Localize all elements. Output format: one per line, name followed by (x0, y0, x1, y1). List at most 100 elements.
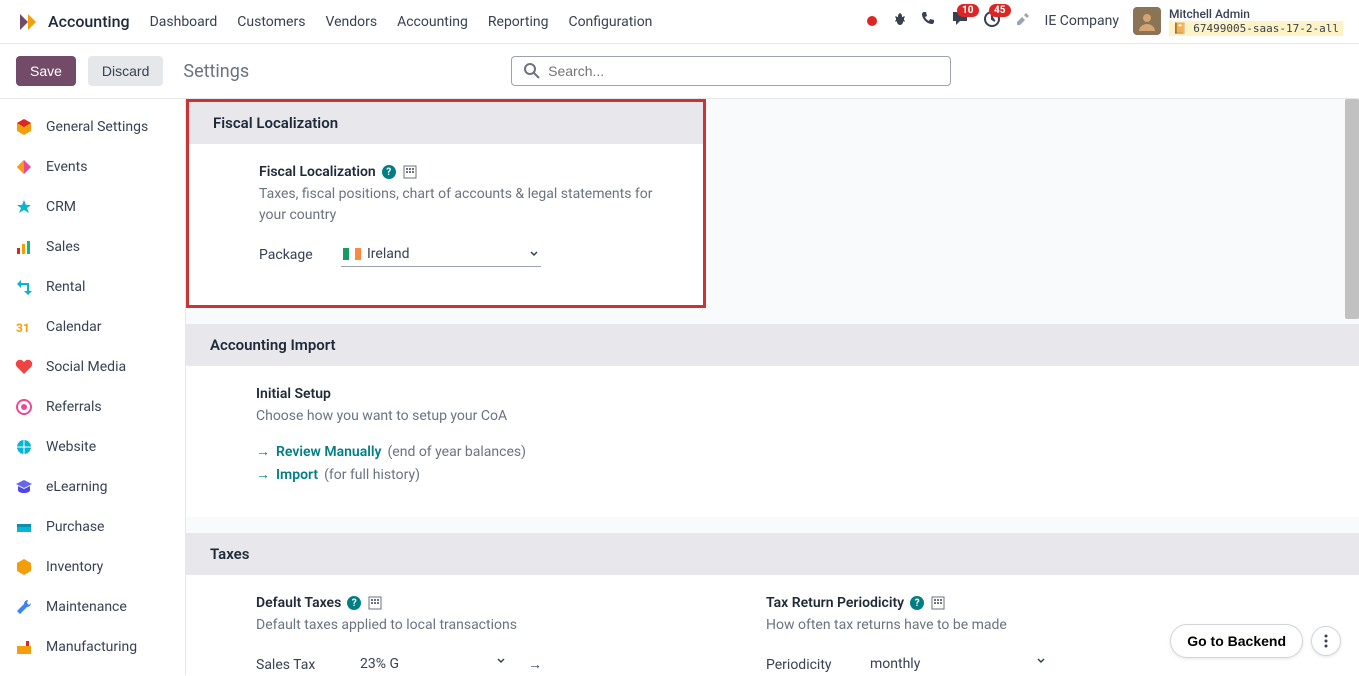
sidebar-rental[interactable]: Rental (0, 267, 185, 307)
building-icon[interactable] (930, 595, 946, 611)
section-header-taxes: Taxes (186, 533, 1359, 575)
periodicity-desc: How often tax returns have to be made (766, 615, 1216, 636)
package-label: Package (259, 247, 329, 263)
arrow-right-icon: → (256, 443, 270, 460)
sidebar-general-settings[interactable]: General Settings (0, 107, 185, 147)
navbar-right: 10 45 IE Company Mitchell Admin 📔 674990… (867, 7, 1343, 37)
control-panel: Save Discard Settings (0, 44, 1359, 99)
purchase-icon (14, 517, 34, 537)
search-icon (524, 63, 540, 79)
sidebar-social-media[interactable]: Social Media (0, 347, 185, 387)
messages-badge: 10 (957, 4, 978, 17)
import-title: Initial Setup (256, 386, 331, 402)
calendar-icon: 31 (14, 317, 34, 337)
sidebar-events[interactable]: Events (0, 147, 185, 187)
sales-icon (14, 237, 34, 257)
cube-icon (14, 117, 34, 137)
inventory-icon (14, 557, 34, 577)
user-info: Mitchell Admin 📔 67499005-saas-17-2-all (1169, 7, 1343, 37)
manufacturing-icon (14, 637, 34, 657)
sidebar-crm[interactable]: CRM (0, 187, 185, 227)
default-taxes-title: Default Taxes (256, 595, 341, 611)
sidebar-purchase[interactable]: Purchase (0, 507, 185, 547)
user-menu[interactable]: Mitchell Admin 📔 67499005-saas-17-2-all (1133, 7, 1343, 37)
messages-icon[interactable]: 10 (951, 10, 969, 32)
crm-icon (14, 197, 34, 217)
events-icon (14, 157, 34, 177)
graduation-icon (14, 477, 34, 497)
discard-button[interactable]: Discard (88, 56, 163, 86)
fiscal-desc: Taxes, fiscal positions, chart of accoun… (259, 184, 679, 226)
phone-icon[interactable] (921, 11, 937, 31)
sidebar-website[interactable]: Website (0, 427, 185, 467)
search-input[interactable] (548, 63, 938, 79)
nav-customers[interactable]: Customers (237, 14, 305, 30)
setting-initial-setup: Initial Setup Choose how you want to set… (256, 386, 526, 489)
section-header-import: Accounting Import (186, 324, 1359, 366)
heart-icon (14, 357, 34, 377)
review-manually-link[interactable]: Review Manually (276, 444, 382, 460)
nav-configuration[interactable]: Configuration (568, 14, 652, 30)
nav-dashboard[interactable]: Dashboard (150, 14, 218, 30)
breadcrumb: Settings (183, 61, 249, 82)
activities-badge: 45 (989, 4, 1010, 17)
nav-accounting[interactable]: Accounting (397, 14, 468, 30)
globe-icon (14, 437, 34, 457)
help-icon[interactable]: ? (347, 596, 361, 610)
setting-default-taxes: Default Taxes ? Default taxes applied to… (256, 595, 706, 675)
sidebar-maintenance[interactable]: Maintenance (0, 587, 185, 627)
sidebar-sales[interactable]: Sales (0, 227, 185, 267)
default-taxes-desc: Default taxes applied to local transacti… (256, 615, 706, 636)
fiscal-title: Fiscal Localization (259, 164, 376, 180)
section-header-fiscal: Fiscal Localization (189, 102, 703, 144)
main: General Settings Events CRM Sales Rental… (0, 99, 1359, 675)
settings-content: Fiscal Localization Fiscal Localization … (186, 99, 1359, 675)
sales-tax-label: Sales Tax (256, 657, 346, 673)
nav-vendors[interactable]: Vendors (325, 14, 377, 30)
bug-icon[interactable] (891, 11, 907, 31)
go-to-backend-button[interactable]: Go to Backend (1170, 624, 1303, 658)
import-link[interactable]: Import (276, 467, 318, 483)
logo-icon (16, 10, 40, 34)
import-suffix: (for full history) (324, 467, 420, 483)
sidebar-manufacturing[interactable]: Manufacturing (0, 627, 185, 667)
arrow-right-icon: → (256, 466, 270, 483)
periodicity-label: Periodicity (766, 657, 856, 673)
sidebar-inventory[interactable]: Inventory (0, 547, 185, 587)
clock-icon[interactable]: 45 (983, 10, 1001, 32)
save-button[interactable]: Save (16, 56, 76, 86)
user-name: Mitchell Admin (1169, 7, 1343, 21)
periodicity-select[interactable]: monthly (868, 652, 1048, 675)
building-icon[interactable] (402, 164, 418, 180)
help-icon[interactable]: ? (910, 596, 924, 610)
help-icon[interactable]: ? (382, 165, 396, 179)
settings-sidebar: General Settings Events CRM Sales Rental… (0, 99, 186, 675)
tools-icon[interactable] (1015, 11, 1031, 31)
setting-fiscal-localization: Fiscal Localization ? Taxes, fiscal posi… (259, 164, 679, 277)
sales-tax-select[interactable]: 23% G (358, 652, 508, 675)
section-fiscal-localization: Fiscal Localization Fiscal Localization … (186, 99, 706, 308)
app-logo[interactable]: Accounting (16, 10, 130, 34)
external-link-icon[interactable]: → (528, 656, 542, 673)
referrals-icon (14, 397, 34, 417)
sidebar-calendar[interactable]: 31Calendar (0, 307, 185, 347)
company-switcher[interactable]: IE Company (1045, 13, 1119, 29)
periodicity-title: Tax Return Periodicity (766, 595, 904, 611)
building-icon[interactable] (367, 595, 383, 611)
sidebar-referrals[interactable]: Referrals (0, 387, 185, 427)
search-box[interactable] (511, 56, 951, 86)
recording-indicator-icon[interactable] (867, 16, 877, 26)
app-name: Accounting (48, 12, 130, 31)
navbar: Accounting Dashboard Customers Vendors A… (0, 0, 1359, 44)
scrollbar[interactable] (1345, 99, 1359, 319)
avatar (1133, 7, 1161, 35)
nav-reporting[interactable]: Reporting (488, 14, 549, 30)
nav-menu: Dashboard Customers Vendors Accounting R… (150, 14, 653, 30)
svg-text:31: 31 (16, 321, 30, 335)
kebab-menu[interactable] (1311, 626, 1341, 656)
package-select[interactable]: Ireland (341, 242, 541, 267)
chevron-down-icon (496, 656, 506, 666)
sidebar-elearning[interactable]: eLearning (0, 467, 185, 507)
section-accounting-import: Accounting Import Initial Setup Choose h… (186, 324, 1359, 517)
import-desc: Choose how you want to setup your CoA (256, 406, 526, 427)
